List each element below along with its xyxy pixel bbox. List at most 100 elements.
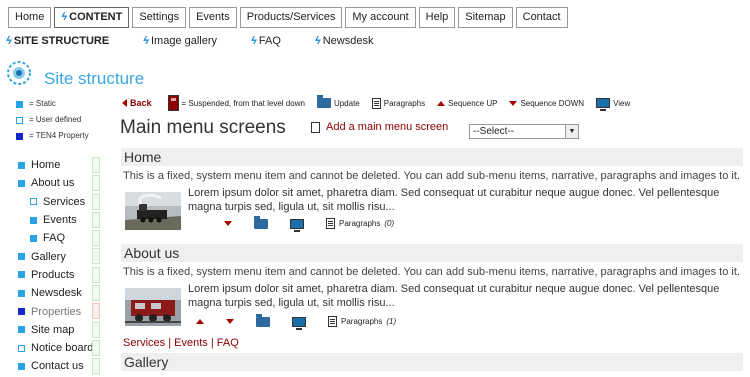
section-actions: Paragraphs (1) [196, 313, 418, 330]
section-description: This is a fixed, system menu item and ca… [123, 170, 740, 182]
nav-tab-settings[interactable]: Settings [132, 7, 187, 28]
subnav-image-gallery[interactable]: ϟ Image gallery [143, 35, 217, 47]
sidebar-item-site-map[interactable]: Site map [18, 321, 100, 339]
nav-tab-home[interactable]: Home [8, 7, 52, 28]
section-actions: Paragraphs (0) [196, 215, 416, 232]
sidebar-item-about-us[interactable]: About us [18, 174, 100, 192]
arrow-down-icon [224, 221, 232, 226]
static-square-icon [18, 161, 25, 169]
update-button[interactable] [256, 313, 270, 327]
arrow-down-icon [509, 100, 518, 106]
suspended-icon [167, 95, 179, 111]
legend-update: Update [316, 95, 360, 108]
arrow-down-icon [226, 319, 234, 324]
nav-tab-help[interactable]: Help [418, 7, 456, 28]
sidebar-item-notice-board[interactable]: Notice board [18, 339, 100, 357]
nav-tab-contact[interactable]: Contact [515, 7, 568, 28]
folder-icon [316, 95, 331, 108]
static-square-icon [16, 100, 23, 108]
subnav-faq[interactable]: ϟ FAQ [251, 35, 281, 47]
nav-tab-events[interactable]: Events [189, 7, 237, 28]
view-button[interactable] [290, 218, 304, 232]
section-lorem-text: Lorem ipsum dolor sit amet, pharetra dia… [188, 187, 720, 213]
toolbar-legend: Back = Suspended, from that level down U… [122, 95, 642, 111]
document-icon [326, 218, 335, 229]
arrow-up-icon [437, 100, 446, 106]
section-description: This is a fixed, system menu item and ca… [123, 266, 740, 278]
site-title: Site structure [44, 69, 145, 88]
sidebar-item-newsdesk[interactable]: Newsdesk [18, 284, 100, 302]
top-navigation: Home ϟ CONTENT Settings Events Products/S… [8, 7, 568, 28]
document-icon [371, 97, 381, 109]
about-us-thumbnail-image [125, 288, 181, 326]
bolt-icon: ϟ [6, 35, 12, 47]
static-square-icon [30, 234, 37, 242]
monitor-icon [290, 218, 304, 232]
back-arrow-icon [122, 99, 127, 107]
folder-icon [256, 313, 270, 327]
page-title: Main menu screens [120, 117, 286, 138]
sequence-down-button[interactable] [224, 221, 232, 226]
legend-user-defined: = User defined [16, 112, 89, 128]
add-main-menu-screen-link[interactable]: Add a main menu screen [311, 121, 448, 133]
sidebar-item-products[interactable]: Products [18, 266, 100, 284]
screen-select[interactable]: --Select-- ▼ [469, 124, 579, 139]
nav-tab-sitemap[interactable]: Sitemap [458, 7, 513, 28]
sidebar-item-events[interactable]: Events [18, 211, 100, 229]
legend-ten4-property: = TEN4 Property [16, 128, 89, 144]
static-square-icon [30, 216, 37, 224]
sidebar-item-contact-us[interactable]: Contact us [18, 357, 100, 375]
document-icon [328, 316, 337, 327]
section-title-about-us: About us [121, 244, 743, 262]
sequence-down-button[interactable] [226, 319, 234, 324]
bolt-icon: ϟ [143, 35, 149, 47]
user-defined-square-icon [18, 344, 25, 352]
section-title-gallery: Gallery [121, 353, 743, 371]
legend-suspended: = Suspended, from that level down [167, 95, 305, 111]
bolt-icon: ϟ [251, 35, 257, 47]
sidebar-item-faq[interactable]: FAQ [18, 229, 100, 247]
chevron-down-icon: ▼ [565, 125, 578, 138]
monitor-icon [292, 316, 306, 330]
sidebar-item-gallery[interactable]: Gallery [18, 247, 100, 265]
arrow-up-icon [196, 319, 204, 324]
legend-sequence-up: Sequence UP [437, 99, 497, 108]
about-us-sublinks[interactable]: Services | Events | FAQ [123, 337, 239, 349]
update-button[interactable] [254, 215, 268, 229]
ten4-square-icon [16, 132, 23, 140]
legend-static: = Static [16, 96, 89, 112]
paragraphs-button[interactable]: Paragraphs (0) [326, 218, 394, 229]
static-square-icon [18, 271, 25, 279]
sub-navigation: ϟ SITE STRUCTURE ϟ Image gallery ϟ FAQ ϟ New… [6, 35, 373, 47]
sequence-up-button[interactable] [196, 319, 204, 324]
folder-icon [254, 215, 268, 229]
view-button[interactable] [292, 316, 306, 330]
legend: = Static = User defined = TEN4 Property [16, 96, 89, 144]
nav-tab-my-account[interactable]: My account [345, 7, 416, 28]
back-link[interactable]: Back [122, 98, 152, 108]
subnav-site-structure[interactable]: ϟ SITE STRUCTURE [6, 35, 109, 47]
monitor-icon [596, 98, 611, 111]
static-square-icon [18, 362, 25, 370]
page-icon [311, 121, 320, 133]
section-title-home: Home [121, 148, 743, 166]
sidebar: Home About us Services Events FAQ Galler… [18, 156, 100, 376]
legend-sequence-down: Sequence DOWN [509, 99, 584, 108]
static-square-icon [18, 179, 25, 187]
legend-view: View [596, 98, 630, 111]
sidebar-item-services[interactable]: Services [18, 193, 100, 211]
bolt-icon: ϟ [314, 35, 321, 47]
subnav-newsdesk[interactable]: ϟ Newsdesk [315, 35, 374, 47]
static-square-icon [18, 326, 25, 334]
paragraphs-button[interactable]: Paragraphs (1) [328, 316, 396, 327]
nav-tab-content[interactable]: ϟ CONTENT [54, 7, 130, 28]
section-lorem-text: Lorem ipsum dolor sit amet, pharetra dia… [188, 283, 720, 309]
bolt-icon: ϟ [61, 11, 68, 23]
legend-paragraphs: Paragraphs [371, 97, 425, 109]
nav-tab-products-services[interactable]: Products/Services [239, 7, 343, 28]
sidebar-item-properties[interactable]: Properties [18, 302, 100, 320]
user-defined-square-icon [16, 116, 23, 124]
static-square-icon [18, 289, 25, 297]
sidebar-item-home[interactable]: Home [18, 156, 100, 174]
user-defined-square-icon [30, 198, 37, 206]
